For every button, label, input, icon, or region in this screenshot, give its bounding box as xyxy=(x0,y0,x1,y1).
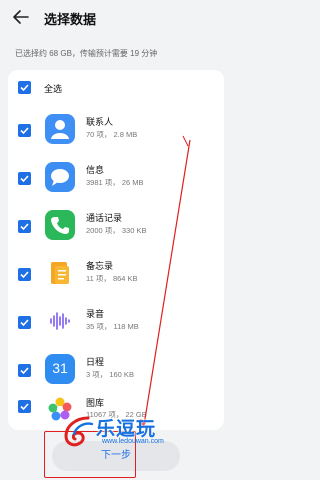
annotation-arrow-icon xyxy=(140,135,191,430)
watermark-url: www.ledouwan.com xyxy=(102,438,164,445)
watermark-text: 乐逗玩 xyxy=(96,419,157,440)
watermark-logo: 乐逗玩 www.ledouwan.com xyxy=(58,414,228,450)
watermark-swirl-icon xyxy=(64,416,94,447)
